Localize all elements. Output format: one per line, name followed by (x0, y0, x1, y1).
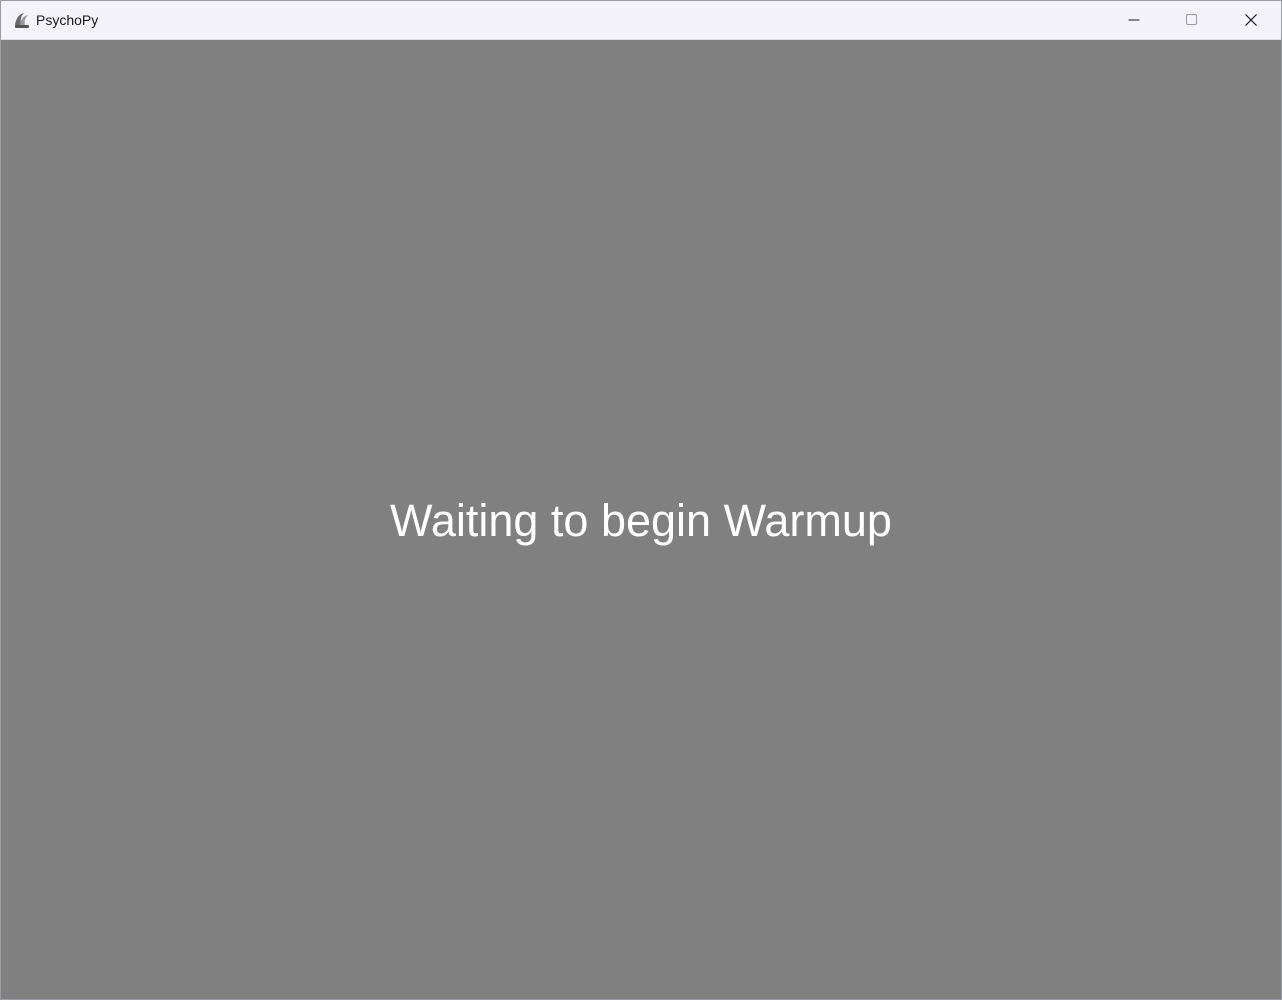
minimize-icon (1128, 19, 1140, 21)
psychopy-window: PsychoPy Waiting to begin Warmup (0, 0, 1282, 1000)
minimize-button[interactable] (1105, 1, 1163, 39)
instruction-text: Waiting to begin Warmup (390, 495, 892, 546)
close-icon (1245, 14, 1257, 26)
title-bar[interactable]: PsychoPy (1, 1, 1281, 40)
maximize-icon (1186, 14, 1197, 25)
psychopy-logo-icon (12, 10, 32, 30)
close-button[interactable] (1222, 1, 1280, 39)
maximize-button[interactable] (1163, 1, 1221, 39)
window-title: PsychoPy (36, 12, 99, 28)
experiment-canvas[interactable]: Waiting to begin Warmup (1, 40, 1281, 999)
